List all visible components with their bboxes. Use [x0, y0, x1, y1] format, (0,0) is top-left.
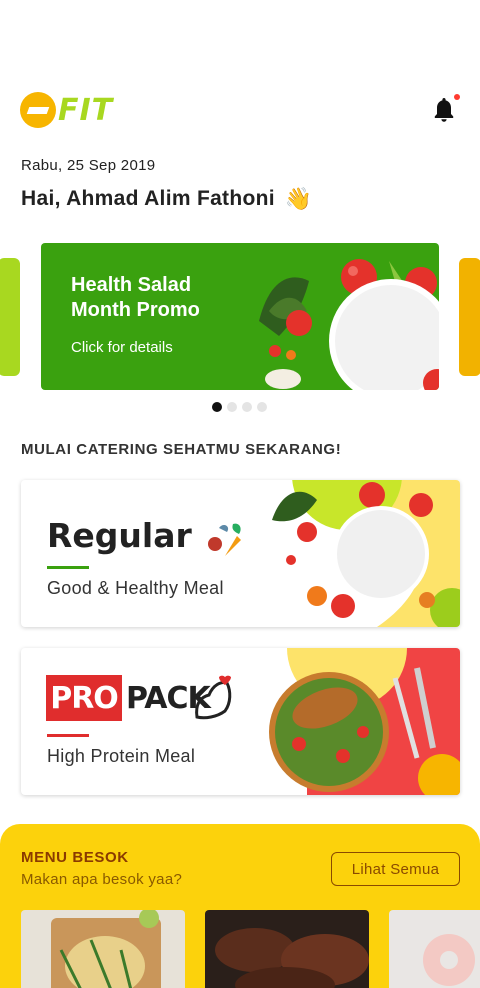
package-name: Regular — [47, 516, 245, 558]
current-date: Rabu, 25 Sep 2019 — [21, 157, 156, 174]
healthy-meal-image — [272, 480, 460, 627]
carousel-next-card[interactable] — [459, 258, 480, 376]
promo-title: Health Salad Month Promo — [71, 274, 200, 321]
vegetables-icon — [208, 523, 242, 556]
carousel-dot[interactable] — [257, 402, 267, 412]
package-accent-line — [47, 734, 89, 737]
greeting: Hai, Ahmad Alim Fathoni 👋 — [21, 186, 313, 212]
promo-banner[interactable]: Health Salad Month Promo Click for detai… — [41, 243, 439, 390]
package-card-propack[interactable]: PRO PACK High Protein Meal — [21, 648, 460, 795]
package-name-text: Regular — [47, 516, 192, 555]
salad-plate-image — [259, 259, 439, 390]
menu-item-image[interactable] — [205, 910, 369, 988]
notification-dot — [454, 94, 460, 100]
carousel-indicator — [212, 402, 272, 412]
bell-icon[interactable] — [432, 96, 456, 124]
tomorrow-menu-section: MENU BESOK Makan apa besok yaa? Lihat Se… — [0, 824, 480, 988]
wave-emoji: 👋 — [284, 186, 313, 211]
propack-badge: PRO — [46, 675, 122, 721]
menu-title: MENU BESOK — [21, 849, 129, 866]
header: FIT Rabu, 25 Sep 2019 Hai, Ahmad Alim Fa… — [0, 0, 480, 240]
package-accent-line — [47, 566, 89, 569]
protein-meal-image — [269, 648, 460, 795]
section-title: MULAI CATERING SEHATMU SEKARANG! — [21, 441, 342, 458]
logo-mark — [20, 92, 56, 128]
see-all-button[interactable]: Lihat Semua — [331, 852, 460, 886]
package-card-regular[interactable]: Regular Good & Healthy Meal — [21, 480, 460, 627]
menu-item-image[interactable] — [389, 910, 480, 988]
carousel-prev-card[interactable] — [0, 258, 20, 376]
package-subtitle: High Protein Meal — [47, 746, 196, 766]
menu-item-image[interactable] — [21, 910, 185, 988]
logo-text: FIT — [58, 92, 114, 128]
promo-details-link[interactable]: Click for details — [71, 339, 173, 356]
carousel-dot[interactable] — [242, 402, 252, 412]
carousel-dot[interactable] — [227, 402, 237, 412]
carousel-dot-active[interactable] — [212, 402, 222, 412]
app-logo: FIT — [20, 92, 113, 128]
menu-subtitle: Makan apa besok yaa? — [21, 871, 183, 888]
package-subtitle: Good & Healthy Meal — [47, 578, 224, 598]
greeting-text: Hai, Ahmad Alim Fathoni — [21, 187, 275, 210]
muscle-icon — [195, 675, 232, 720]
